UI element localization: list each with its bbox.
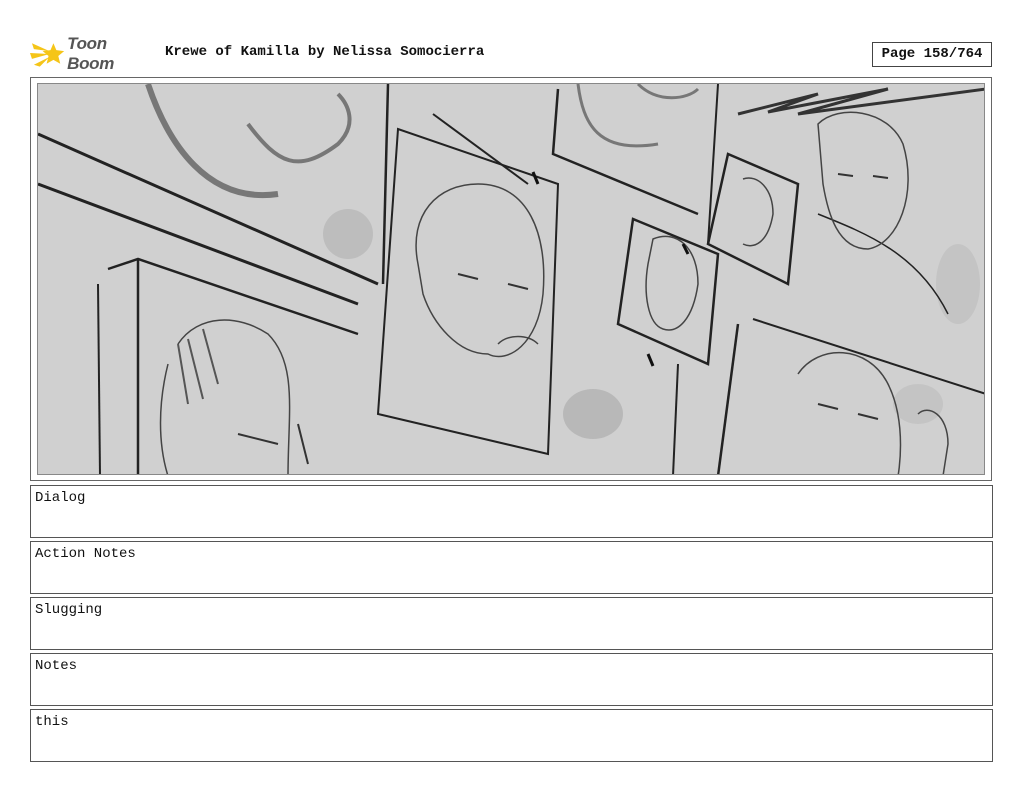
document-title: Krewe of Kamilla by Nelissa Somocierra (165, 44, 485, 60)
this-label: this (35, 714, 69, 730)
slugging-field[interactable]: Slugging (30, 597, 993, 650)
dialog-label: Dialog (35, 490, 86, 506)
slugging-label: Slugging (35, 602, 103, 618)
panel-image (37, 83, 985, 475)
storyboard-panel (30, 77, 992, 481)
logo-text: Toon Boom (67, 34, 115, 73)
page-number: Page 158/764 (872, 42, 992, 67)
sketch-drawing (38, 84, 984, 474)
toon-boom-star-icon (30, 43, 65, 67)
notes-field[interactable]: Notes (30, 653, 993, 706)
action-notes-field[interactable]: Action Notes (30, 541, 993, 594)
this-field[interactable]: this (30, 709, 993, 762)
notes-label: Notes (35, 658, 78, 674)
action-notes-label: Action Notes (35, 546, 136, 562)
toon-boom-logo: Toon Boom (30, 34, 156, 73)
dialog-field[interactable]: Dialog (30, 485, 993, 538)
